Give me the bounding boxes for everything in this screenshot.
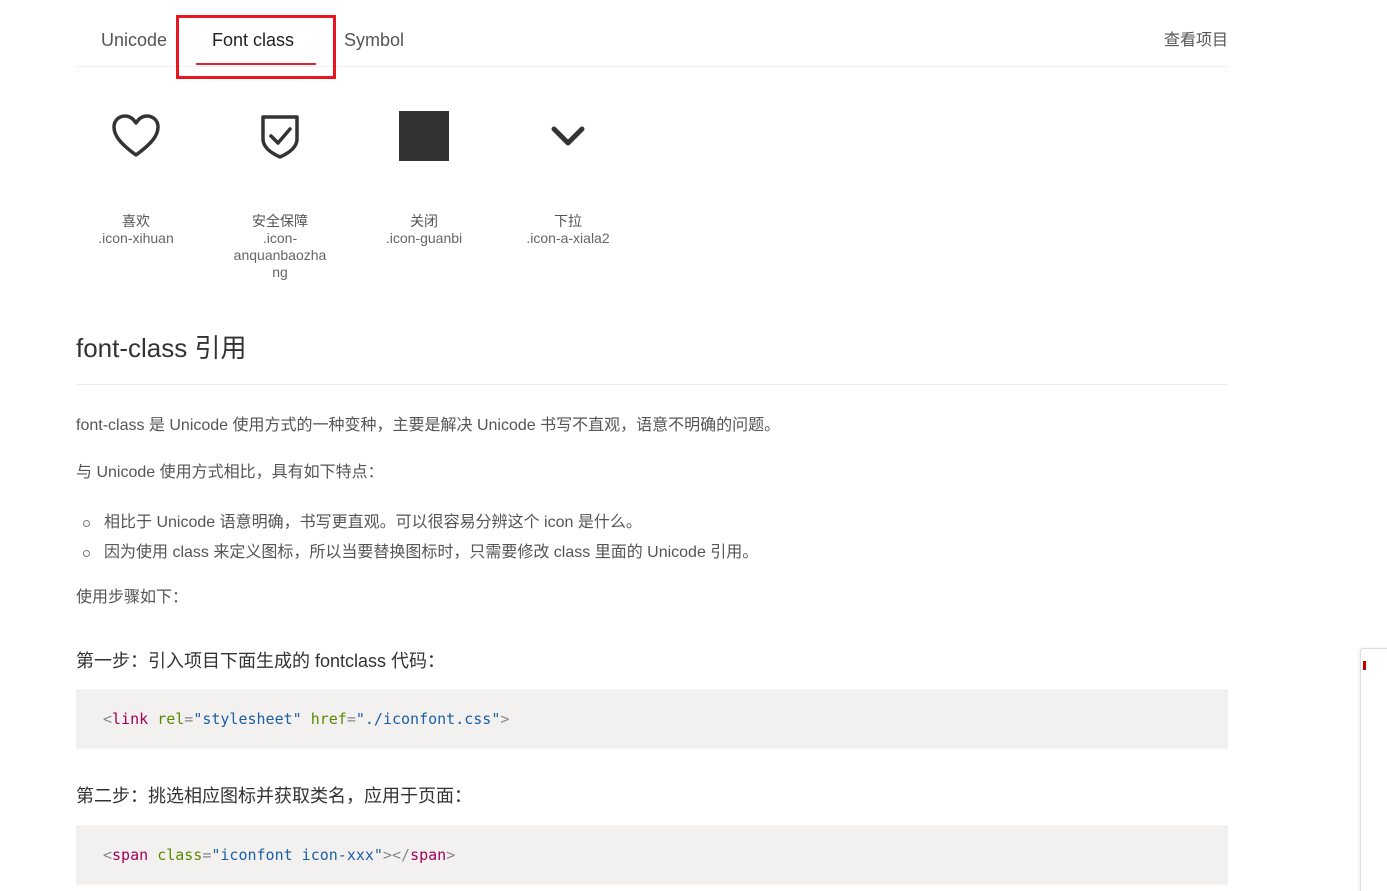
code-token: = [184, 710, 194, 728]
section-title: font-class 引用 [76, 330, 1228, 385]
icon-card-xihuan[interactable]: 喜欢 .icon-xihuan [76, 100, 196, 247]
side-floating-widget[interactable] [1360, 648, 1387, 891]
code-token: rel [157, 710, 185, 728]
square-icon [399, 111, 449, 161]
tab-unicode[interactable]: Unicode [101, 28, 167, 52]
code-token: link [112, 710, 149, 728]
icon-class-name: .icon-guanbi [385, 230, 463, 246]
icon-class-name: .icon-a-xiala2 [526, 230, 610, 246]
icon-card-a-xiala2[interactable]: 下拉 .icon-a-xiala2 [508, 100, 628, 247]
icon-label: 安全保障 [252, 213, 308, 229]
icon-label: 关闭 [410, 213, 438, 229]
main-container: Unicode Font class Symbol 查看项目 喜欢 .icon-… [76, 0, 1228, 885]
icon-class-name: .icon-xihuan [98, 230, 174, 246]
step2-code-block[interactable]: <span class="iconfont icon-xxx"></span> [76, 825, 1228, 885]
view-project-link[interactable]: 查看项目 [1164, 30, 1228, 52]
icon-class-name: .icon-anquanbaozhang [233, 230, 327, 280]
code-token: class [157, 846, 203, 864]
code-token: > [500, 710, 510, 728]
step1-code-block[interactable]: <link rel="stylesheet" href="./iconfont.… [76, 689, 1228, 749]
tab-symbol[interactable]: Symbol [344, 28, 404, 52]
heart-icon [112, 114, 160, 157]
tab-bar: Unicode Font class Symbol 查看项目 [76, 0, 1228, 79]
icon-label: 喜欢 [122, 213, 150, 229]
icon-label: 下拉 [554, 213, 582, 229]
page: Unicode Font class Symbol 查看项目 喜欢 .icon-… [0, 0, 1387, 891]
steps-intro: 使用步骤如下： [76, 589, 189, 606]
code-token: < [103, 846, 113, 864]
code-token: "iconfont icon-xxx" [211, 846, 383, 864]
code-token: href [310, 710, 347, 728]
feature-list: 相比于 Unicode 语意明确，书写更直观。可以很容易分辨这个 icon 是什… [76, 508, 758, 568]
list-item: 因为使用 class 来定义图标，所以当要替换图标时，只需要修改 class 里… [76, 538, 758, 568]
shield-check-icon [261, 115, 299, 159]
code-token: < [103, 710, 113, 728]
step1-title: 第一步：引入项目下面生成的 fontclass 代码： [76, 651, 446, 671]
chevron-down-icon [551, 126, 585, 146]
side-widget-marker [1363, 661, 1366, 670]
icon-card-guanbi[interactable]: 关闭 .icon-guanbi [364, 100, 484, 247]
code-token: "stylesheet" [193, 710, 302, 728]
tab-font-class[interactable]: Font class [212, 28, 294, 52]
code-token: "./iconfont.css" [355, 710, 501, 728]
code-token: span [112, 846, 149, 864]
code-token: ></ [382, 846, 411, 864]
active-tab-indicator [196, 63, 316, 65]
compare-paragraph: 与 Unicode 使用方式相比，具有如下特点： [76, 464, 384, 481]
step2-title: 第二步：挑选相应图标并获取类名，应用于页面： [76, 786, 472, 806]
icon-grid: 喜欢 .icon-xihuan 安全保障 .icon-anquanbaozhan… [76, 100, 676, 280]
code-token: > [446, 846, 456, 864]
code-token: = [346, 710, 356, 728]
icon-card-anquanbaozhang[interactable]: 安全保障 .icon-anquanbaozhang [220, 100, 340, 281]
code-token: span [410, 846, 447, 864]
intro-paragraph: font-class 是 Unicode 使用方式的一种变种，主要是解决 Uni… [76, 417, 781, 434]
list-item: 相比于 Unicode 语意明确，书写更直观。可以很容易分辨这个 icon 是什… [76, 508, 758, 538]
